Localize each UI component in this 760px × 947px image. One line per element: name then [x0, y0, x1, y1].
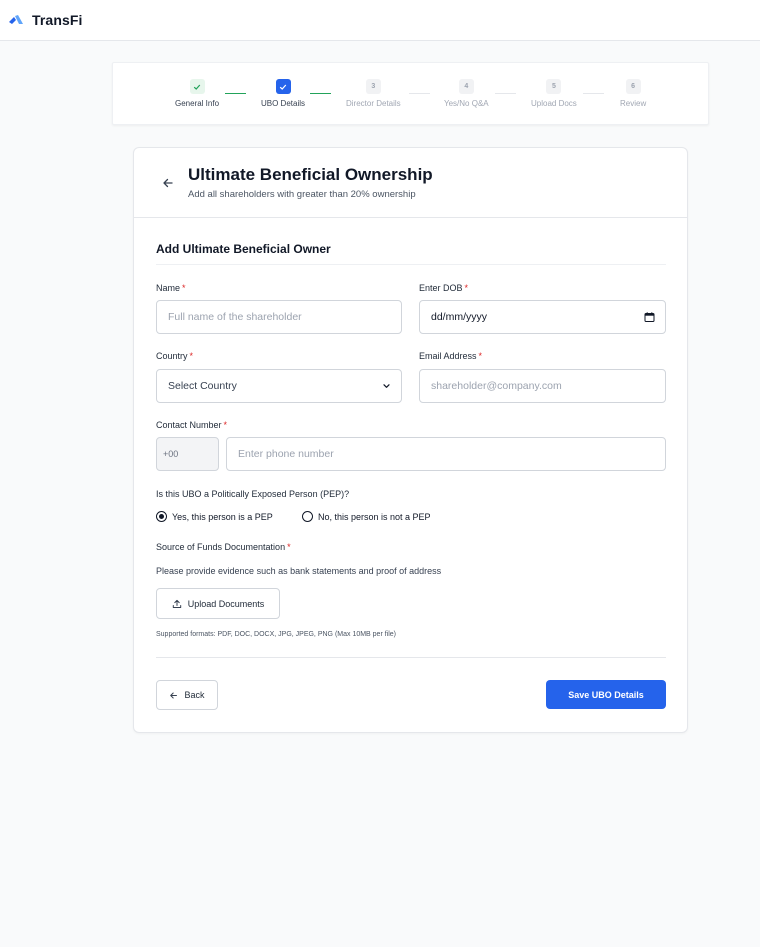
step-review[interactable]: 6 Review	[620, 79, 646, 108]
step-connector	[310, 93, 331, 94]
funds-help-text: Please provide evidence such as bank sta…	[156, 566, 442, 576]
save-ubo-details-button[interactable]: Save UBO Details	[546, 680, 666, 709]
required-mark: *	[189, 351, 194, 361]
step-label: Yes/No Q&A	[444, 99, 489, 108]
page-subtitle: Add all shareholders with greater than 2…	[188, 189, 416, 200]
section-title: Add Ultimate Beneficial Owner	[156, 242, 331, 256]
top-bar: TransFi	[0, 0, 760, 41]
required-mark: *	[182, 283, 186, 293]
step-number: 3	[365, 79, 381, 94]
country-code-input[interactable]: +00	[156, 437, 219, 471]
step-label: Upload Docs	[531, 99, 577, 108]
country-select[interactable]: Select Country	[156, 369, 402, 403]
radio-button-checked[interactable]	[156, 511, 167, 522]
name-input[interactable]	[156, 300, 402, 334]
chevron-down-icon	[383, 384, 390, 388]
country-label-text: Country	[156, 351, 188, 361]
contact-label: Contact Number *	[156, 420, 227, 430]
divider	[156, 657, 666, 658]
step-general-info[interactable]: General Info	[175, 79, 219, 108]
step-connector	[583, 93, 604, 94]
arrow-left-icon	[170, 692, 178, 698]
supported-formats-text: Supported formats: PDF, DOC, DOCX, JPG, …	[156, 631, 397, 638]
dob-label-text: Enter DOB	[419, 283, 463, 293]
contact-label-text: Contact Number	[156, 420, 222, 430]
upload-button-label: Upload Documents	[187, 598, 265, 609]
country-code-value: +00	[163, 449, 179, 459]
brand-name: TransFi	[32, 12, 83, 28]
name-label-text: Name	[156, 283, 181, 293]
transfi-logo-icon	[9, 15, 23, 24]
pep-no-label: No, this person is not a PEP	[318, 511, 431, 522]
arrow-left-icon[interactable]	[161, 176, 175, 190]
step-label: UBO Details	[261, 99, 306, 108]
step-number: 4	[458, 79, 474, 94]
step-connector	[225, 93, 246, 94]
check-icon	[189, 79, 205, 94]
page-title: Ultimate Beneficial Ownership	[188, 165, 433, 184]
step-upload-docs[interactable]: 5 Upload Docs	[531, 79, 577, 108]
calendar-icon[interactable]	[644, 312, 655, 323]
step-label: Director Details	[346, 99, 401, 108]
back-button[interactable]: Back	[156, 680, 218, 710]
card-header: Ultimate Beneficial Ownership Add all sh…	[134, 148, 687, 218]
funds-label: Source of Funds Documentation *	[156, 542, 291, 552]
step-label: Review	[620, 99, 647, 108]
upload-documents-button[interactable]: Upload Documents	[156, 588, 280, 619]
step-number: 5	[546, 79, 562, 94]
pep-no-option[interactable]: No, this person is not a PEP	[302, 511, 431, 522]
pep-yes-label: Yes, this person is a PEP	[172, 511, 273, 522]
dob-label: Enter DOB *	[419, 283, 468, 293]
radio-button[interactable]	[302, 511, 313, 522]
required-mark: *	[464, 283, 469, 293]
step-ubo-details[interactable]: UBO Details	[261, 79, 305, 108]
check-icon	[275, 79, 291, 94]
required-mark: *	[223, 420, 228, 430]
country-selected-value: Select Country	[168, 380, 237, 392]
step-label: General Info	[175, 99, 220, 108]
back-button-label: Back	[184, 690, 205, 700]
email-input[interactable]	[419, 369, 666, 403]
pep-yes-option[interactable]: Yes, this person is a PEP	[156, 511, 273, 522]
ubo-form-card: Ultimate Beneficial Ownership Add all sh…	[133, 147, 688, 733]
dob-input[interactable]: dd/mm/yyyy	[419, 300, 666, 334]
name-label: Name *	[156, 283, 186, 293]
dob-value: dd/mm/yyyy	[431, 311, 488, 323]
phone-input[interactable]	[226, 437, 666, 471]
required-mark: *	[478, 351, 483, 361]
email-label: Email Address *	[419, 351, 482, 361]
progress-stepper: General Info UBO Details 3 Director Deta…	[112, 62, 709, 125]
step-connector	[495, 93, 516, 94]
step-number: 6	[625, 79, 641, 94]
step-director-details[interactable]: 3 Director Details	[346, 79, 401, 108]
divider	[156, 264, 666, 265]
pep-question: Is this UBO a Politically Exposed Person…	[156, 489, 350, 499]
funds-label-text: Source of Funds Documentation	[156, 542, 286, 552]
country-label: Country *	[156, 351, 193, 361]
required-mark: *	[287, 542, 291, 552]
step-yes-no-qa[interactable]: 4 Yes/No Q&A	[444, 79, 489, 108]
upload-icon	[172, 599, 181, 608]
step-connector	[409, 93, 430, 94]
email-label-text: Email Address	[419, 351, 477, 361]
